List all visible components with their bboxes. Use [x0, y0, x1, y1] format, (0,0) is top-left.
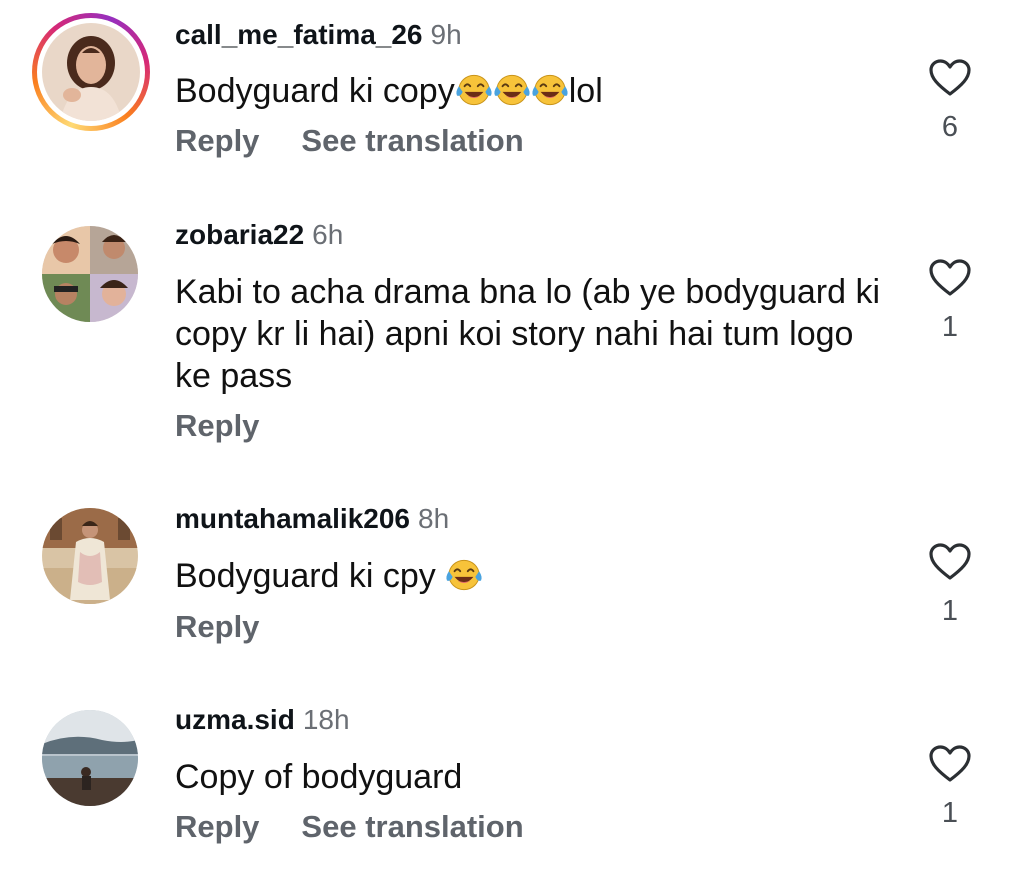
comment-header: muntahamalik206 8h — [175, 502, 449, 536]
comment-text: Kabi to acha drama bna lo (ab ye bodygua… — [175, 273, 881, 395]
heart-outline-icon[interactable] — [928, 542, 972, 582]
heart-outline-icon[interactable] — [928, 58, 972, 98]
face-with-tears-of-joy-icon — [445, 558, 483, 592]
reply-button[interactable]: Reply — [175, 407, 259, 445]
heart-outline-icon[interactable] — [928, 744, 972, 784]
timestamp: 6h — [312, 219, 344, 250]
like-count: 1 — [941, 797, 959, 829]
comment-text: Copy of bodyguard — [175, 758, 463, 796]
comment-header: call_me_fatima_26 9h — [175, 18, 462, 52]
face-with-tears-of-joy-icon — [455, 73, 493, 107]
see-translation-button[interactable]: See translation — [301, 122, 523, 160]
reply-button[interactable]: Reply — [175, 122, 259, 160]
comment-text: Bodyguard ki copy lol — [175, 70, 895, 112]
username[interactable]: zobaria22 — [175, 219, 304, 250]
comment-header: zobaria22 6h — [175, 218, 343, 252]
like-control: 6 — [924, 58, 976, 144]
heart-outline-icon[interactable] — [928, 258, 972, 298]
like-count: 6 — [941, 111, 959, 143]
timestamp: 8h — [418, 503, 450, 534]
like-count: 1 — [941, 595, 959, 627]
timestamp: 9h — [430, 19, 462, 50]
comment-text: Bodyguard ki cpy — [175, 555, 895, 597]
comment-text-part: Bodyguard ki cpy — [175, 557, 446, 595]
like-control: 1 — [924, 542, 976, 628]
face-with-tears-of-joy-icon — [531, 73, 569, 107]
avatar[interactable] — [42, 508, 138, 604]
like-control: 1 — [924, 258, 976, 344]
face-with-tears-of-joy-icon — [493, 73, 531, 107]
like-count: 1 — [941, 311, 959, 343]
story-ring[interactable] — [32, 13, 150, 131]
timestamp: 18h — [302, 704, 350, 735]
username[interactable]: uzma.sid — [175, 704, 295, 735]
reply-button[interactable]: Reply — [175, 608, 259, 646]
comment-text-part: Bodyguard ki copy — [175, 72, 455, 110]
avatar[interactable] — [42, 710, 138, 806]
username[interactable]: call_me_fatima_26 — [175, 19, 423, 50]
see-translation-button[interactable]: See translation — [301, 808, 523, 846]
like-control: 1 — [924, 744, 976, 830]
comment-text-part: lol — [568, 72, 603, 110]
avatar[interactable] — [42, 226, 138, 322]
comment-header: uzma.sid 18h — [175, 703, 350, 737]
reply-button[interactable]: Reply — [175, 808, 259, 846]
avatar[interactable] — [42, 23, 140, 121]
username[interactable]: muntahamalik206 — [175, 503, 410, 534]
